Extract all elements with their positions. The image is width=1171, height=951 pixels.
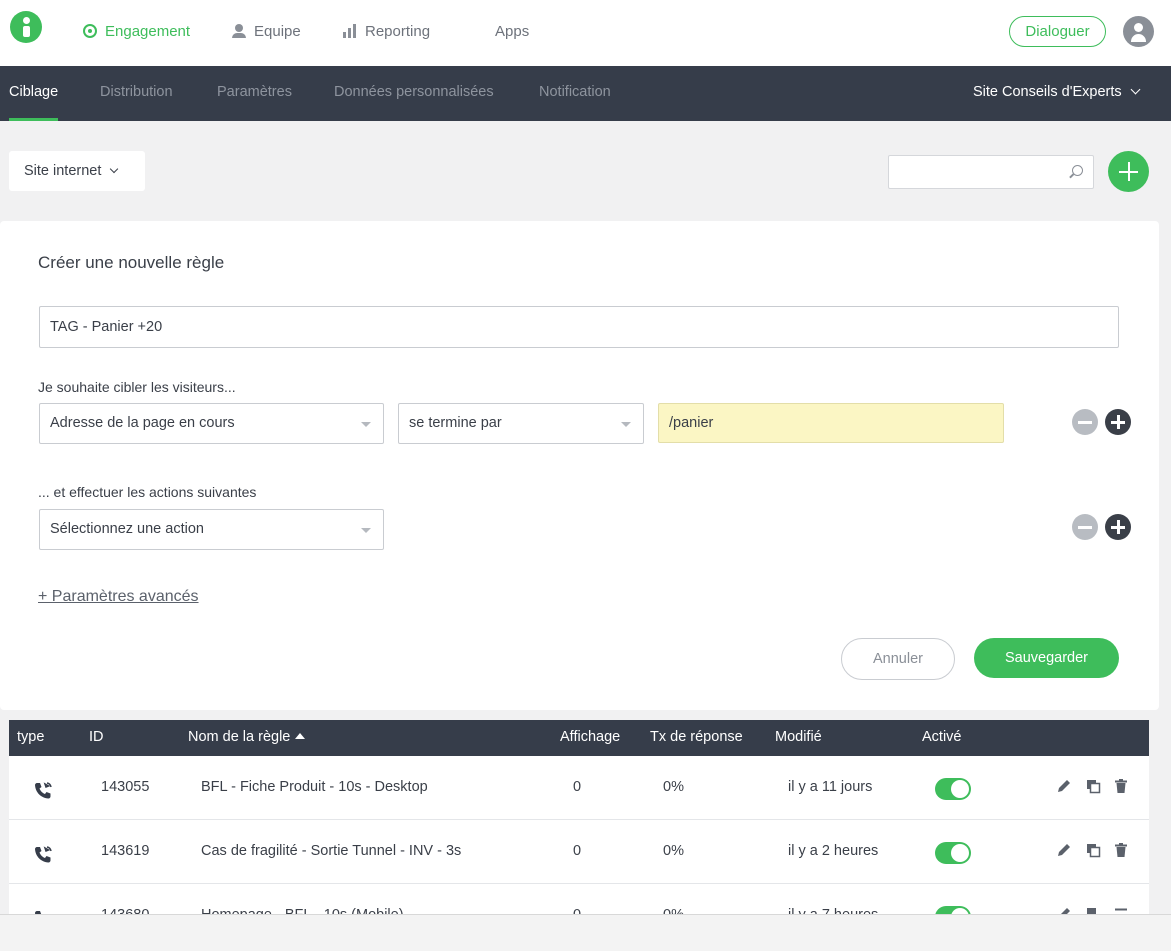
action-select[interactable]: Sélectionnez une action [39, 509, 384, 550]
col-name[interactable]: Nom de la règle [188, 729, 306, 745]
nav-reporting-label: Reporting [365, 22, 431, 40]
tab-ciblage[interactable]: Ciblage [9, 66, 59, 121]
panel-title: Créer une nouvelle règle [38, 253, 225, 272]
add-action-icon[interactable] [1105, 514, 1131, 540]
action-select-value: Sélectionnez une action [50, 521, 204, 537]
nav-equipe[interactable]: Equipe [232, 20, 301, 42]
col-id: ID [89, 729, 104, 745]
condition-operator-value: se termine par [409, 415, 502, 431]
duplicate-icon[interactable] [1085, 778, 1101, 794]
remove-action-icon[interactable] [1072, 514, 1098, 540]
edit-icon[interactable] [1056, 778, 1072, 794]
rule-views: 0 [573, 779, 582, 795]
phone-icon [35, 846, 52, 863]
rules-table: type ID Nom de la règle Affichage Tx de … [9, 720, 1149, 916]
dialoguer-button[interactable]: Dialoguer [1009, 16, 1106, 47]
col-rate[interactable]: Tx de réponse [650, 729, 743, 745]
condition-field-value: Adresse de la page en cours [50, 415, 235, 431]
chevron-down-icon [1130, 84, 1141, 95]
condition-field-select[interactable]: Adresse de la page en cours [39, 403, 384, 444]
tab-parametres[interactable]: Paramètres [217, 66, 292, 121]
save-button[interactable]: Sauvegarder [974, 638, 1119, 678]
caret-down-icon [361, 528, 371, 533]
cancel-button[interactable]: Annuler [841, 638, 955, 680]
chevron-down-icon [110, 164, 119, 174]
condition-value-input[interactable]: /panier [658, 403, 1004, 443]
search-input[interactable] [888, 155, 1094, 189]
table-row[interactable]: 143055 BFL - Fiche Produit - 10s - Deskt… [9, 756, 1149, 820]
site-selector-label: Site Conseils d'Experts [973, 84, 1122, 100]
active-toggle[interactable] [935, 842, 971, 864]
search-icon [1072, 165, 1083, 176]
col-active[interactable]: Activé [922, 729, 962, 745]
channel-dropdown[interactable]: Site internet [9, 151, 145, 191]
table-row[interactable]: 143680 Homepage - BFL - 10s (Mobile) 0 0… [9, 884, 1149, 916]
sub-navbar: Ciblage Distribution Paramètres Données … [0, 66, 1171, 121]
col-name-label: Nom de la règle [188, 729, 291, 745]
table-header: type ID Nom de la règle Affichage Tx de … [9, 720, 1149, 756]
add-condition-icon[interactable] [1105, 409, 1131, 435]
rule-rate: 0% [663, 843, 684, 859]
rule-views: 0 [573, 843, 582, 859]
rule-modified: il y a 2 heures [788, 843, 879, 859]
top-navbar: Engagement Equipe Reporting Apps Dialogu… [0, 0, 1171, 66]
rule-modified: il y a 11 jours [788, 779, 873, 795]
trash-icon[interactable] [1113, 842, 1129, 858]
tab-distribution[interactable]: Distribution [100, 66, 173, 121]
nav-reporting[interactable]: Reporting [343, 20, 430, 42]
new-rule-panel: Créer une nouvelle règle Je souhaite cib… [0, 221, 1159, 710]
actions-label: ... et effectuer les actions suivantes [38, 484, 257, 500]
col-affichage[interactable]: Affichage [560, 729, 620, 745]
duplicate-icon[interactable] [1085, 842, 1101, 858]
nav-apps-label: Apps [495, 22, 530, 40]
trash-icon[interactable] [1113, 778, 1129, 794]
site-selector[interactable]: Site Conseils d'Experts [973, 66, 1141, 121]
caret-down-icon [621, 422, 631, 427]
condition-value-text: /panier [669, 415, 714, 431]
active-toggle[interactable] [935, 778, 971, 800]
remove-condition-icon[interactable] [1072, 409, 1098, 435]
rule-name-input[interactable] [39, 306, 1119, 348]
rule-rate: 0% [663, 779, 684, 795]
col-type: type [17, 729, 45, 745]
bar-chart-icon [343, 24, 357, 38]
rule-name: Cas de fragilité - Sortie Tunnel - INV -… [201, 843, 462, 859]
caret-down-icon [361, 422, 371, 427]
grid-icon [473, 24, 487, 38]
rule-id: 143619 [101, 843, 150, 859]
advanced-settings-link[interactable]: + Paramètres avancés [38, 588, 199, 606]
phone-icon [35, 782, 52, 799]
logo[interactable] [10, 11, 42, 43]
user-icon [232, 24, 246, 38]
nav-engagement[interactable]: Engagement [83, 20, 190, 42]
avatar[interactable] [1123, 16, 1154, 47]
tab-donnees-personnalisees[interactable]: Données personnalisées [334, 66, 494, 121]
edit-icon[interactable] [1056, 842, 1072, 858]
nav-equipe-label: Equipe [254, 22, 301, 40]
channel-dropdown-label: Site internet [24, 163, 102, 179]
target-icon [83, 24, 97, 38]
condition-operator-select[interactable]: se termine par [398, 403, 644, 444]
col-modified[interactable]: Modifié [775, 729, 822, 745]
target-label: Je souhaite cibler les visiteurs... [38, 379, 236, 395]
rule-name: BFL - Fiche Produit - 10s - Desktop [201, 779, 428, 795]
browser-bottom-bar [0, 914, 1171, 951]
tab-notification[interactable]: Notification [539, 66, 611, 121]
nav-apps[interactable]: Apps [473, 20, 529, 42]
rule-id: 143055 [101, 779, 150, 795]
table-row[interactable]: 143619 Cas de fragilité - Sortie Tunnel … [9, 820, 1149, 884]
sort-ascending-icon [295, 733, 306, 739]
nav-engagement-label: Engagement [105, 22, 191, 40]
add-rule-button[interactable] [1108, 151, 1149, 192]
